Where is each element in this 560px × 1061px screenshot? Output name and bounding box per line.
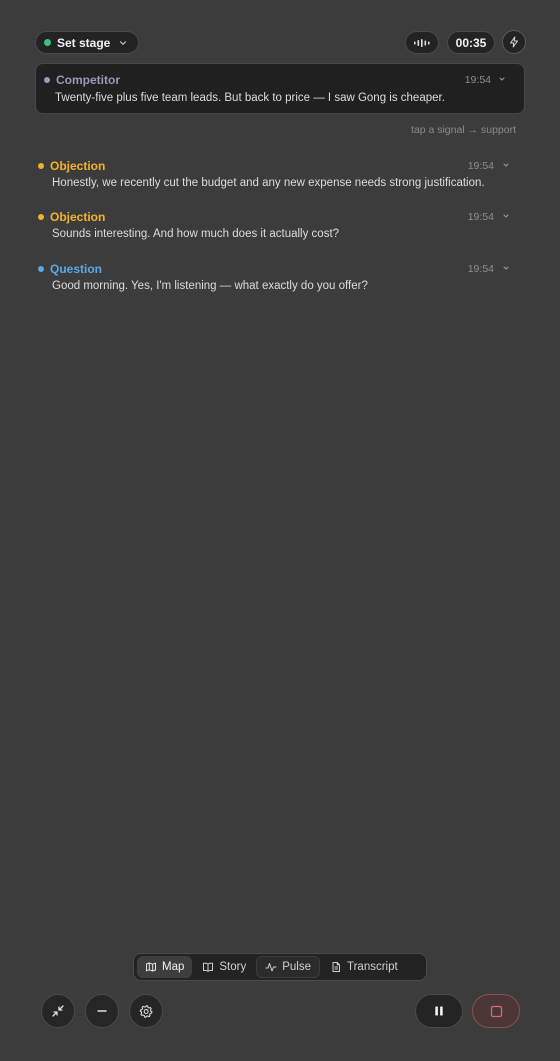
collapse-icon: [52, 1005, 64, 1017]
support-hint: tap a signal → support: [410, 124, 516, 136]
book-icon: [203, 962, 214, 972]
chevron-down-icon[interactable]: [502, 212, 510, 220]
stage-label: Set stage: [57, 35, 111, 50]
quick-action-button[interactable]: [502, 30, 526, 54]
lightning-icon: [510, 36, 518, 48]
signal-text: Good morning. Yes, I'm listening — what …: [52, 280, 368, 292]
signal-type-dot: [38, 266, 44, 272]
pulse-icon: [265, 963, 277, 972]
gear-icon: [139, 1004, 152, 1018]
chevron-down-icon[interactable]: [502, 161, 510, 169]
stop-icon: [490, 1005, 502, 1017]
signal-list-item[interactable]: Objection 19:54 Honestly, we recently cu…: [38, 158, 518, 198]
signal-time: 19:54: [467, 211, 494, 223]
signal-type-label: Question: [50, 262, 103, 276]
signal-text: Twenty-five plus five team leads. But ba…: [55, 92, 445, 104]
signal-type-label: Competitor: [56, 73, 120, 87]
signal-time: 19:54: [464, 74, 491, 86]
tab-label: Map: [162, 961, 185, 973]
signal-time: 19:54: [467, 160, 494, 172]
signal-type-label: Objection: [50, 159, 106, 173]
signal-list-item[interactable]: Question 19:54 Good morning. Yes, I'm li…: [38, 261, 518, 301]
chevron-down-icon[interactable]: [502, 264, 510, 272]
pause-icon: [435, 1006, 443, 1016]
audio-waveform-icon: [414, 38, 430, 47]
set-stage-dropdown[interactable]: Set stage: [35, 31, 140, 54]
signal-text: Sounds interesting. And how much does it…: [52, 228, 340, 240]
collapse-button[interactable]: [41, 994, 75, 1028]
tab-transcript[interactable]: Transcript: [322, 956, 406, 978]
signal-list-item[interactable]: Objection 19:54 Sounds interesting. And …: [38, 209, 518, 249]
chevron-down-icon[interactable]: [498, 75, 506, 83]
minimize-button[interactable]: [85, 994, 119, 1028]
audio-level-indicator[interactable]: [405, 31, 439, 54]
settings-button[interactable]: [129, 994, 163, 1028]
document-icon: [332, 962, 340, 972]
stage-status-dot: [44, 39, 51, 46]
signal-type-dot: [38, 214, 44, 220]
signal-type-dot: [44, 77, 50, 83]
featured-signal-card[interactable]: Competitor 19:54 Twenty-five plus five t…: [35, 63, 525, 114]
minus-icon: [97, 1010, 107, 1012]
tab-story[interactable]: Story: [194, 956, 254, 978]
signal-type-label: Objection: [50, 210, 106, 224]
pause-button[interactable]: [415, 994, 463, 1028]
tab-label: Pulse: [282, 961, 311, 973]
view-tabs: Map Story Pulse Transcript: [133, 953, 427, 981]
chevron-down-icon: [120, 40, 127, 45]
signal-type-dot: [38, 163, 44, 169]
tab-map[interactable]: Map: [137, 956, 193, 978]
stop-button[interactable]: [472, 994, 520, 1028]
signal-time: 19:54: [467, 263, 494, 275]
call-timer: 00:35: [447, 31, 495, 54]
tab-pulse[interactable]: Pulse: [256, 956, 320, 978]
signal-text: Honestly, we recently cut the budget and…: [52, 177, 485, 189]
tab-label: Story: [219, 961, 247, 973]
map-icon: [146, 962, 156, 972]
tab-label: Transcript: [347, 961, 398, 973]
